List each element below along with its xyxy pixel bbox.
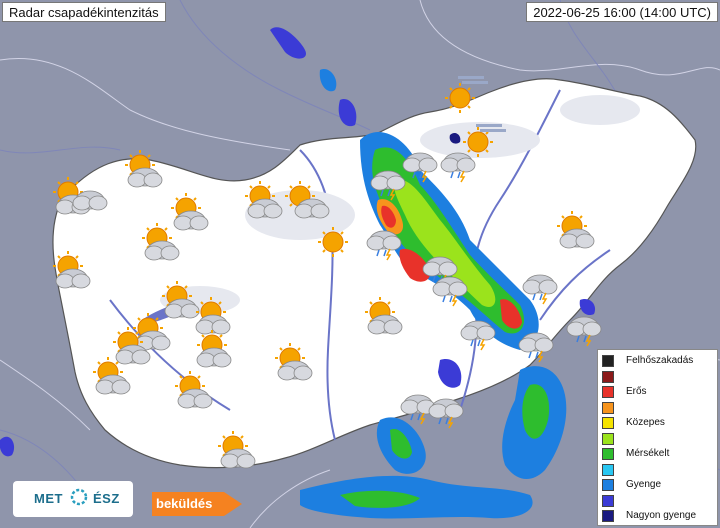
- logo-right-text: ÉSZ: [93, 491, 120, 506]
- logo-ring-icon: [70, 488, 88, 506]
- send-button-label: beküldés: [156, 496, 213, 511]
- legend-swatch: [602, 355, 614, 367]
- send-button[interactable]: beküldés: [152, 492, 242, 516]
- legend-swatch: [602, 386, 614, 398]
- legend-label: Felhőszakadás: [626, 355, 694, 366]
- intensity-legend: Felhőszakadás Erős Közepes Mérsékelt Gyenge N…: [597, 349, 718, 526]
- legend-swatch: [602, 479, 614, 491]
- legend-label: Gyenge: [626, 479, 662, 490]
- map-title: Radar csapadékintenzitás: [2, 2, 166, 22]
- legend-label: Nagyon gyenge: [626, 510, 697, 521]
- met-esz-logo[interactable]: MET ÉSZ: [13, 481, 133, 517]
- legend-swatch: [602, 370, 614, 383]
- legend-swatch: [602, 401, 614, 414]
- legend-swatch: [602, 448, 614, 460]
- legend-swatch: [602, 494, 614, 507]
- logo-left-text: MET: [34, 491, 63, 506]
- legend-swatch: [602, 510, 614, 522]
- legend-swatch: [602, 432, 614, 445]
- legend-swatch: [602, 463, 614, 476]
- legend-label: Erős: [626, 386, 647, 397]
- legend-swatch: [602, 417, 614, 429]
- legend-label: Közepes: [626, 417, 665, 428]
- map-timestamp: 2022-06-25 16:00 (14:00 UTC): [526, 2, 718, 22]
- legend-label: Mérsékelt: [626, 448, 670, 459]
